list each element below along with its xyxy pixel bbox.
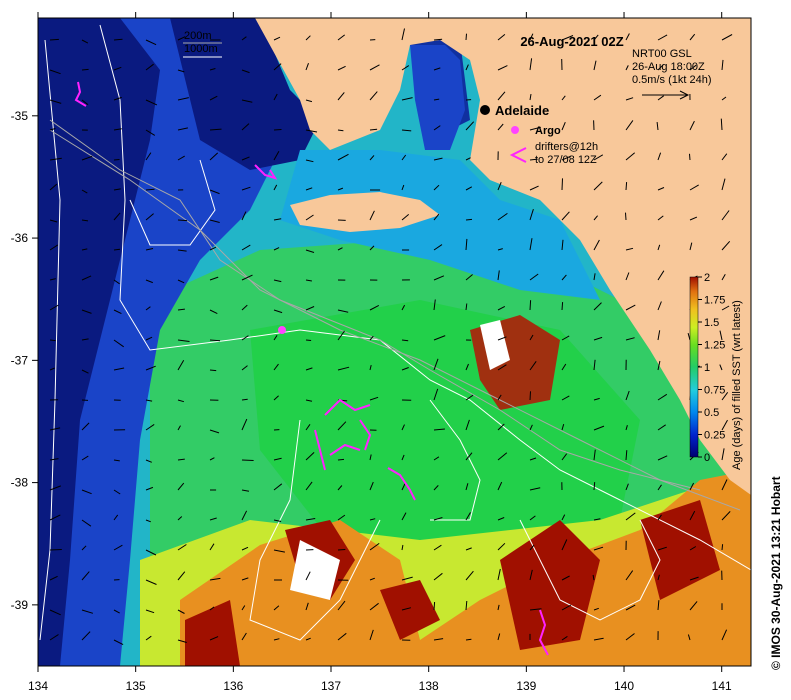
argo-legend-symbol — [511, 126, 519, 134]
current-vector — [273, 129, 282, 131]
lon-tick-label: 140 — [614, 679, 634, 693]
city-marker-adelaide — [480, 105, 490, 115]
lat-tick-label: -36 — [11, 231, 29, 245]
isobath-label-200m: 200m — [184, 30, 212, 42]
lon-tick-label: 141 — [712, 679, 732, 693]
current-vector — [561, 302, 564, 311]
current-vector — [720, 118, 723, 131]
current-vector — [49, 339, 56, 342]
current-vector — [593, 482, 596, 491]
lat-tick-label: -38 — [11, 476, 29, 490]
current-vector — [241, 459, 254, 461]
vector-scale-label: 0.5m/s (1kt 24h) — [632, 74, 711, 86]
current-vector — [689, 153, 691, 161]
colorbar-label: Age (days) of filled SST (wrt latest) — [731, 300, 743, 470]
current-vector — [49, 38, 59, 41]
drifters-legend-line1: drifters@12h — [535, 141, 598, 153]
current-vector — [529, 391, 531, 401]
current-vector — [465, 638, 472, 641]
lat-tick-label: -35 — [11, 109, 29, 123]
map-field — [38, 18, 751, 666]
lon-tick-label: 139 — [516, 679, 536, 693]
current-vector — [369, 128, 378, 131]
argo-float — [278, 326, 286, 334]
lon-tick-label: 137 — [321, 679, 341, 693]
colorbar-tick-label: 1.5 — [704, 317, 719, 329]
lon-tick-label: 138 — [419, 679, 439, 693]
map-title: 26-Aug-2021 02Z — [520, 34, 623, 49]
isobath-label-1000m: 1000m — [184, 43, 218, 55]
current-vector — [49, 549, 62, 551]
drifters-legend-line2: to 27/08 12Z — [535, 154, 597, 166]
current-vector — [145, 188, 155, 191]
colorbar-tick-label: 1 — [704, 362, 710, 374]
current-time-label: 26-Aug 18:00Z — [632, 61, 705, 73]
colorbar-tick-label: 2 — [704, 272, 710, 284]
current-vector — [625, 182, 628, 191]
current-vector — [465, 33, 467, 41]
lat-tick-label: -39 — [11, 598, 29, 612]
current-vector — [337, 458, 345, 461]
argo-legend-label: Argo — [535, 125, 561, 137]
current-vector — [113, 159, 120, 161]
colorbar-tick-label: 0 — [704, 452, 710, 464]
current-vector — [561, 178, 563, 191]
colorbar-tick-label: 0.25 — [704, 430, 725, 442]
current-vector — [433, 601, 436, 611]
latitude-axis: -35 -36 -37 -38 -39 — [11, 109, 38, 612]
current-vector — [81, 68, 89, 71]
current-vector — [337, 549, 346, 551]
city-label: Adelaide — [495, 103, 549, 118]
current-vector — [465, 218, 473, 221]
credit-text: © IMOS 30-Aug-2021 13:21 Hobart — [769, 476, 783, 670]
lon-tick-label: 134 — [28, 679, 48, 693]
current-vector — [529, 300, 532, 311]
lon-tick-label: 135 — [126, 679, 146, 693]
current-vector — [337, 129, 344, 132]
current-vector — [401, 339, 409, 342]
colorbar-tick-label: 1.75 — [704, 295, 725, 307]
current-vector — [177, 219, 188, 222]
current-vector — [209, 369, 217, 372]
product-label: NRT00 GSL — [632, 48, 692, 60]
colorbar-tick-label: 1.25 — [704, 340, 725, 352]
current-vector — [721, 544, 724, 551]
sst-age-map: 134 135 136 137 138 139 140 141 -35 -36 -37 -38 -39… — [11, 12, 783, 693]
lon-tick-label: 136 — [223, 679, 243, 693]
colorbar-tick-label: 0.5 — [704, 407, 719, 419]
colorbar-tick-label: 0.75 — [704, 385, 725, 397]
current-vector — [305, 339, 312, 341]
colorbar-ramp — [689, 276, 699, 458]
current-vector — [625, 212, 627, 221]
lat-tick-label: -37 — [11, 353, 29, 367]
